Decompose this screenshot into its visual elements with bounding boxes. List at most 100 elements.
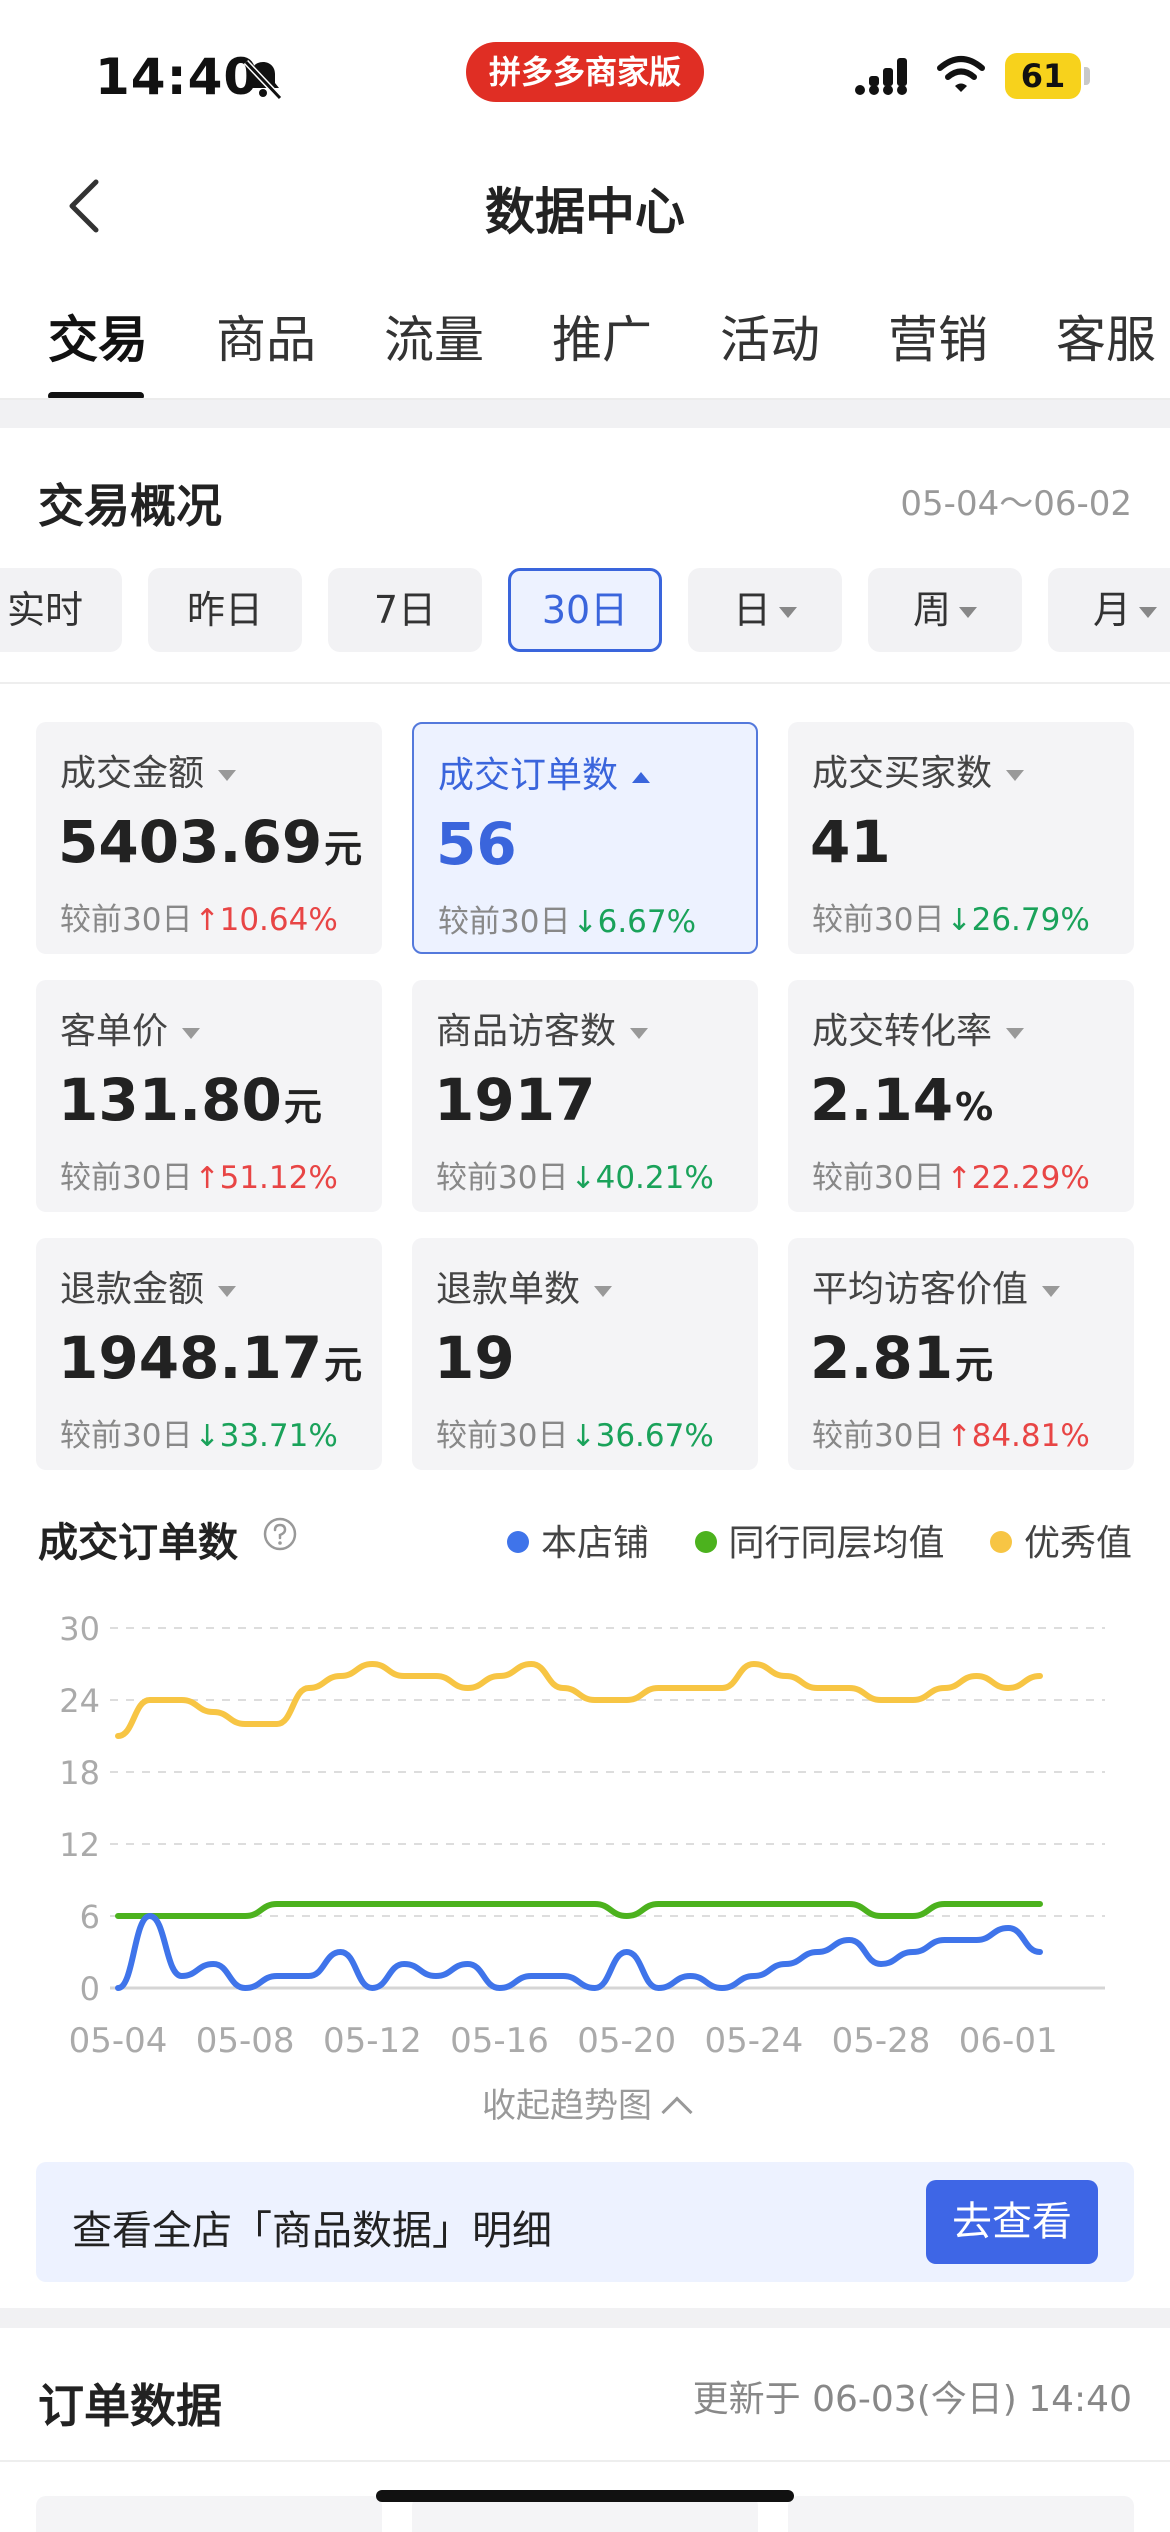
collapse-label: 收起趋势图 bbox=[482, 2086, 652, 2126]
x-tick-label: 06-01 bbox=[959, 2021, 1058, 2061]
compare-prefix: 较前30日 bbox=[812, 902, 945, 938]
legend-dot bbox=[989, 1531, 1012, 1553]
home-indicator bbox=[376, 2490, 794, 2502]
metric-value: 2.81元 bbox=[810, 1324, 993, 1392]
period-realtime[interactable]: 实时 bbox=[0, 568, 122, 652]
metric-card[interactable]: 成交买家数 41 较前30日↓26.79% bbox=[788, 722, 1134, 954]
tab-customer-service[interactable]: 客服 bbox=[1056, 300, 1156, 372]
order-card[interactable] bbox=[788, 2496, 1134, 2532]
period-month-dropdown[interactable]: 月 bbox=[1048, 568, 1170, 652]
metric-card[interactable]: 成交金额 5403.69元 较前30日↑10.64% bbox=[36, 722, 382, 954]
metric-card[interactable]: 成交订单数 56 较前30日↓6.67% bbox=[412, 722, 758, 954]
metric-card[interactable]: 客单价 131.80元较前30日↑51.12% bbox=[36, 980, 382, 1212]
compare-prefix: 较前30日 bbox=[812, 1418, 945, 1454]
legend-item-peer-average[interactable]: 同行同层均值 bbox=[694, 1514, 945, 1566]
metric-value: 19 bbox=[434, 1324, 517, 1392]
metric-card[interactable]: 退款金额 1948.17元 较前30日↓33.71% bbox=[36, 1238, 382, 1470]
x-tick-label: 05-28 bbox=[832, 2021, 931, 2061]
trade-overview-section: 交易概况 05-04～06-02 实时 昨日 7日 30日 日 周 月 成交金额… bbox=[0, 428, 1170, 2308]
metric-compare: 较前30日↓26.79% bbox=[812, 894, 1090, 939]
metric-label: 成交买家数 bbox=[812, 744, 1025, 796]
period-yesterday[interactable]: 昨日 bbox=[148, 568, 302, 652]
period-day-dropdown[interactable]: 日 bbox=[688, 568, 842, 652]
page-title: 数据中心 bbox=[485, 183, 685, 241]
metric-label: 成交转化率 bbox=[812, 1002, 1025, 1054]
period-30-days[interactable]: 30日 bbox=[508, 568, 662, 652]
updated-time: 更新于 06-03(今日) 14:40 bbox=[692, 2379, 1132, 2420]
metric-label-text: 客单价 bbox=[60, 1011, 169, 1052]
metric-card[interactable]: 商品访客数 1917 较前30日↓40.21% bbox=[412, 980, 758, 1212]
period-label: 日 bbox=[732, 588, 771, 632]
divider bbox=[0, 2460, 1170, 2462]
metric-compare: 较前30日↓36.67% bbox=[436, 1410, 714, 1455]
collapse-chart-toggle[interactable]: 收起趋势图 bbox=[0, 2078, 1170, 2128]
metric-unit: 元 bbox=[283, 1085, 322, 1129]
signal-icon bbox=[855, 58, 907, 95]
metric-card[interactable]: 平均访客价值 2.81元 较前30日↑84.81% bbox=[788, 1238, 1134, 1470]
y-tick-label: 12 bbox=[59, 1826, 100, 1864]
compare-prefix: 较前30日 bbox=[60, 1160, 193, 1196]
view-button[interactable]: 去查看 bbox=[926, 2180, 1098, 2264]
legend-item-store[interactable]: 本店铺 bbox=[507, 1514, 649, 1566]
legend-item-excellent[interactable]: 优秀值 bbox=[989, 1514, 1132, 1566]
battery-level: 61 bbox=[1005, 53, 1081, 99]
metric-label-text: 成交订单数 bbox=[438, 755, 619, 796]
battery-cap bbox=[1084, 67, 1090, 85]
delta-value: ↓33.71% bbox=[194, 1418, 337, 1454]
tab-activity[interactable]: 活动 bbox=[720, 300, 820, 372]
metric-number: 19 bbox=[434, 1324, 515, 1392]
goods-data-banner: 查看全店「商品数据」明细 去查看 bbox=[36, 2162, 1134, 2282]
banner-text: 查看全店「商品数据」明细 bbox=[72, 2208, 552, 2254]
divider bbox=[0, 682, 1170, 684]
caret-down-icon bbox=[218, 1285, 237, 1297]
caret-down-icon bbox=[1006, 1027, 1025, 1039]
metric-number: 2.14 bbox=[810, 1066, 954, 1134]
caret-down-icon bbox=[218, 769, 237, 781]
chart-title: 成交订单数 bbox=[38, 1520, 238, 1566]
tab-traffic[interactable]: 流量 bbox=[384, 300, 484, 372]
tab-promotion[interactable]: 推广 bbox=[552, 300, 652, 372]
tab-trade[interactable]: 交易 bbox=[48, 300, 148, 372]
x-tick-label: 05-16 bbox=[450, 2021, 549, 2061]
metric-card[interactable]: 退款单数 19 较前30日↓36.67% bbox=[412, 1238, 758, 1470]
x-tick-label: 05-20 bbox=[577, 2021, 676, 2061]
order-card[interactable] bbox=[36, 2496, 382, 2532]
metric-label-text: 成交转化率 bbox=[812, 1011, 993, 1052]
y-tick-label: 24 bbox=[59, 1682, 100, 1720]
y-tick-label: 0 bbox=[80, 1970, 100, 2008]
metric-compare: 较前30日↑22.29% bbox=[812, 1152, 1090, 1197]
arrow-down-icon: ↓ bbox=[194, 1419, 220, 1454]
section-title: 交易概况 bbox=[38, 479, 222, 533]
bell-slash-icon bbox=[243, 59, 283, 101]
delta-text: 26.79% bbox=[971, 902, 1090, 938]
metric-value: 41 bbox=[810, 808, 893, 876]
caret-down-icon bbox=[1006, 769, 1025, 781]
help-icon[interactable] bbox=[262, 1516, 298, 1552]
tab-goods[interactable]: 商品 bbox=[216, 300, 316, 372]
delta-value: ↓26.79% bbox=[946, 902, 1089, 938]
y-tick-label: 30 bbox=[59, 1610, 100, 1648]
delta-value: ↑51.12% bbox=[194, 1160, 337, 1196]
series-line-1 bbox=[115, 1901, 1043, 1919]
period-7-days[interactable]: 7日 bbox=[328, 568, 482, 652]
metric-label: 退款单数 bbox=[436, 1260, 613, 1312]
chevron-up-icon bbox=[661, 2096, 693, 2128]
active-tab-indicator bbox=[48, 392, 144, 398]
metric-label-text: 退款单数 bbox=[436, 1269, 581, 1310]
metric-value: 131.80元 bbox=[58, 1066, 322, 1134]
delta-value: ↓40.21% bbox=[570, 1160, 713, 1196]
metric-compare: 较前30日↓6.67% bbox=[438, 896, 696, 941]
caret-down-icon bbox=[182, 1027, 201, 1039]
metric-card[interactable]: 成交转化率 2.14% 较前30日↑22.29% bbox=[788, 980, 1134, 1212]
metric-value: 1917 bbox=[434, 1066, 597, 1134]
metric-label: 平均访客价值 bbox=[812, 1260, 1061, 1312]
metric-label-text: 商品访客数 bbox=[436, 1011, 617, 1052]
period-week-dropdown[interactable]: 周 bbox=[868, 568, 1022, 652]
caret-down-icon bbox=[630, 1027, 649, 1039]
delta-text: 36.67% bbox=[595, 1418, 714, 1454]
metric-number: 5403.69 bbox=[58, 808, 323, 876]
compare-prefix: 较前30日 bbox=[812, 1160, 945, 1196]
metric-unit: 元 bbox=[955, 1343, 994, 1387]
tab-marketing[interactable]: 营销 bbox=[888, 300, 988, 372]
compare-prefix: 较前30日 bbox=[436, 1160, 569, 1196]
